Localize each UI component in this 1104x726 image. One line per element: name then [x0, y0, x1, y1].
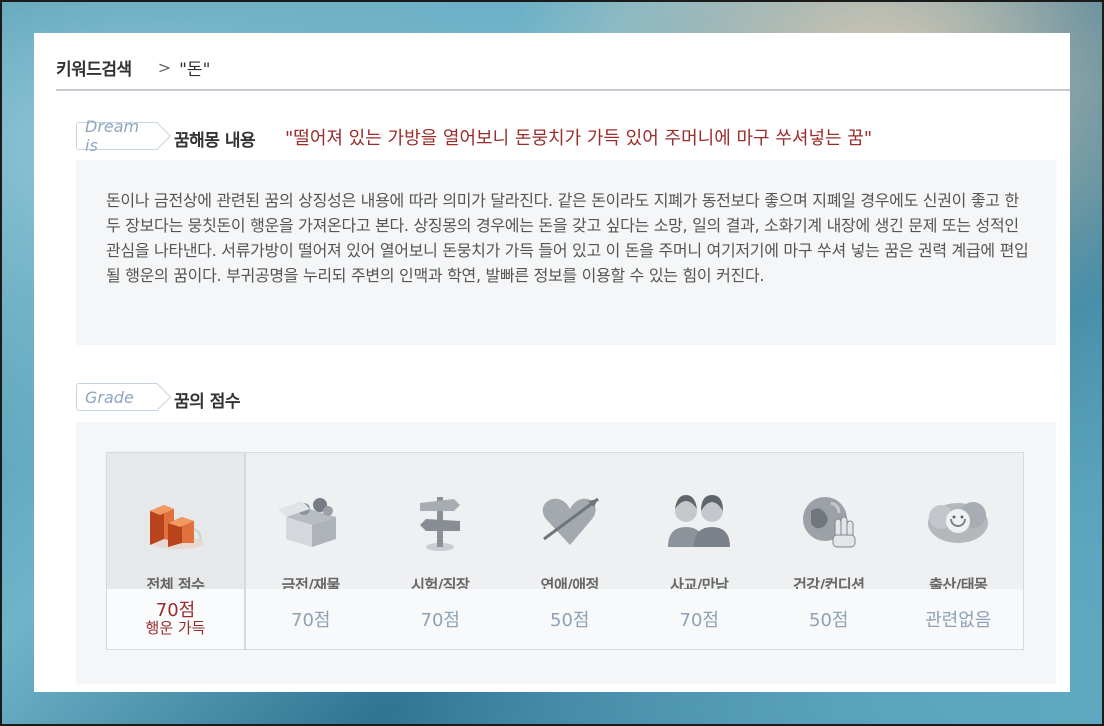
grade-box: 전체 점수 70점 행운 가득 금전/재물 70점 시험/직장 70점 연애/애… — [76, 422, 1056, 684]
signpost-icon — [400, 471, 480, 571]
grade-total-score-cell: 70점 행운 가득 — [107, 589, 244, 649]
globe-hand-icon — [789, 471, 869, 571]
treasure-box-icon — [271, 471, 351, 571]
grade-category-score: 50점 — [550, 610, 590, 631]
dream-description-box: 돈이나 금전상에 관련된 꿈의 상징성은 내용에 따라 의미가 달라진다. 같은… — [76, 160, 1056, 345]
grade-tag: Grade — [76, 383, 158, 411]
grade-score-cell: 70점 — [375, 589, 505, 649]
bar-chart-icon — [136, 471, 216, 571]
grade-category-score: 관련없음 — [925, 610, 992, 631]
grade-section-label: 꿈의 점수 — [174, 392, 240, 412]
grade-total-column: 전체 점수 70점 행운 가득 — [107, 453, 246, 649]
grade-category-score: 70점 — [291, 610, 331, 631]
breadcrumb: 키워드검색 > "돈" — [56, 55, 211, 80]
dream-section-label: 꿈해몽 내용 — [174, 131, 256, 151]
grade-total-luck: 행운 가득 — [145, 618, 206, 637]
grade-score-cell: 70점 — [634, 589, 764, 649]
grade-column-love: 연애/애정 50점 — [505, 453, 635, 649]
people-icon — [659, 471, 739, 571]
grade-score-cell: 관련없음 — [893, 589, 1023, 649]
dream-quote: "떨어져 있는 가방을 열어보니 돈뭉치가 가득 있어 주머니에 마구 쑤셔넣는… — [285, 128, 873, 149]
grade-category-score: 70점 — [679, 610, 719, 631]
grade-category-score: 50점 — [809, 610, 849, 631]
grade-score-cell: 50점 — [505, 589, 635, 649]
breadcrumb-title[interactable]: 키워드검색 — [56, 55, 132, 80]
breadcrumb-keyword: "돈" — [179, 59, 211, 80]
grade-column-money: 금전/재물 70점 — [246, 453, 376, 649]
breadcrumb-separator-icon: > — [157, 57, 172, 77]
heart-arrow-icon — [530, 471, 610, 571]
breadcrumb-divider — [56, 89, 1070, 91]
grade-column-birth: 출산/태몽 관련없음 — [893, 453, 1023, 649]
dream-result-panel: 키워드검색 > "돈" Dream is 꿈해몽 내용 "떨어져 있는 가방을 … — [34, 33, 1070, 692]
grade-column-exam: 시험/직장 70점 — [375, 453, 505, 649]
grade-column-social: 사교/만남 70점 — [634, 453, 764, 649]
grade-score-cell: 50점 — [764, 589, 894, 649]
dream-is-tag: Dream is — [76, 117, 158, 155]
grade-category-score: 70점 — [420, 610, 460, 631]
grade-table: 전체 점수 70점 행운 가득 금전/재물 70점 시험/직장 70점 연애/애… — [106, 452, 1024, 650]
grade-column-health: 건강/컨디션 50점 — [764, 453, 894, 649]
dream-description: 돈이나 금전상에 관련된 꿈의 상징성은 내용에 따라 의미가 달라진다. 같은… — [106, 191, 1029, 285]
grade-total-score: 70점 — [155, 599, 196, 621]
baby-cloud-icon — [918, 471, 998, 571]
grade-score-cell: 70점 — [246, 589, 376, 649]
